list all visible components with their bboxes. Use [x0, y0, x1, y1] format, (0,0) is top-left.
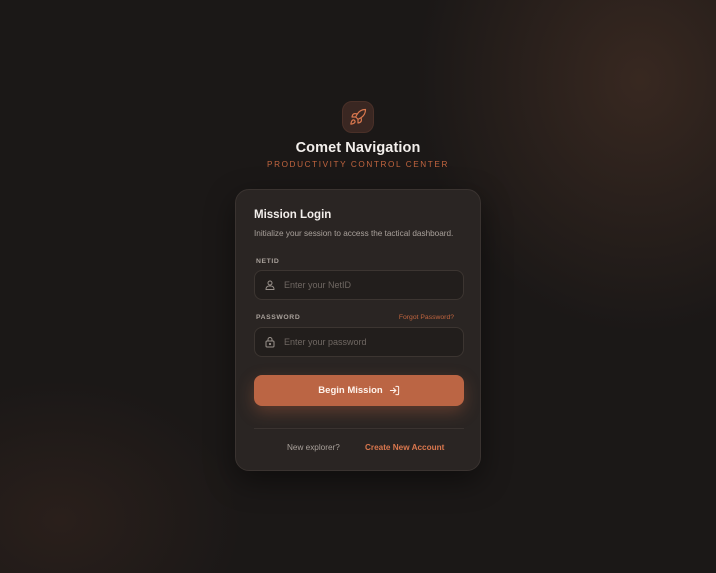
new-explorer-prompt: New explorer?	[287, 443, 340, 452]
login-arrow-icon	[389, 385, 400, 396]
user-icon	[256, 279, 284, 291]
app-subtitle: PRODUCTIVITY CONTROL CENTER	[267, 160, 449, 169]
begin-mission-button[interactable]: Begin Mission	[254, 375, 464, 406]
netid-input[interactable]	[284, 280, 454, 290]
password-input[interactable]	[284, 337, 454, 347]
create-account-link[interactable]: Create New Account	[365, 443, 444, 452]
login-title: Mission Login	[254, 209, 332, 221]
login-card: Mission Login Initialize your session to…	[235, 189, 481, 471]
login-description: Initialize your session to access the ta…	[254, 229, 454, 238]
netid-label: NETID	[256, 258, 280, 265]
rocket-icon	[349, 108, 367, 126]
netid-field[interactable]	[254, 270, 464, 300]
divider	[254, 428, 464, 429]
forgot-password-link[interactable]: Forgot Password?	[399, 314, 454, 321]
password-label: PASSWORD	[256, 314, 301, 321]
lock-icon	[256, 336, 284, 348]
begin-mission-label: Begin Mission	[318, 385, 383, 396]
password-field[interactable]	[254, 327, 464, 357]
app-title: Comet Navigation	[295, 140, 421, 156]
app-logo	[342, 101, 374, 133]
